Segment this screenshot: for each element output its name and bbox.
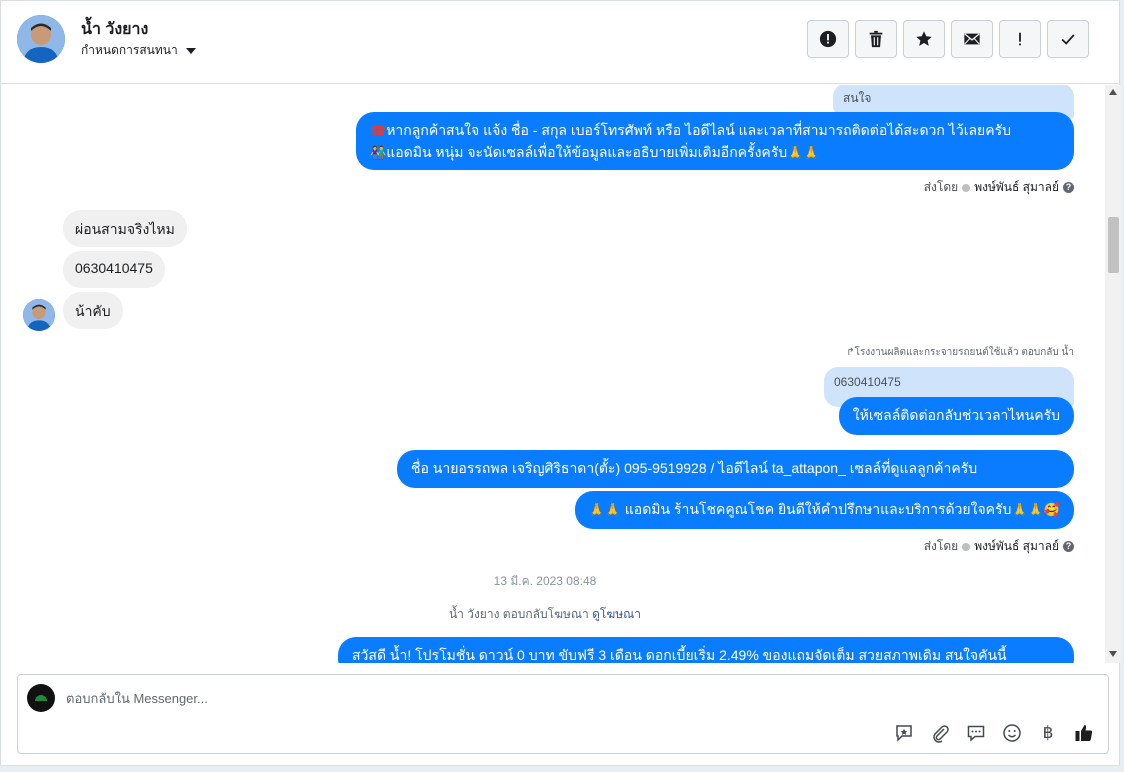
baht-icon[interactable]: ฿ (1036, 721, 1060, 745)
outgoing-message: 🙏🙏 แอดมิน ร้านโชคคูณโชค ยินดีให้คำปรึกษา… (574, 491, 1074, 529)
outgoing-message: ให้เซลล์ติดต่อกลับช่วเวลาไหนครับ (838, 397, 1074, 435)
header-actions (807, 20, 1089, 58)
sent-by-text: ส่งโดย (923, 539, 959, 553)
mark-unread-button[interactable] (951, 20, 993, 58)
alert-circle-icon (819, 30, 837, 48)
help-icon[interactable]: ? (1063, 182, 1074, 193)
message-line: ☎หากลูกค้าสนใจ แจ้ง ชื่อ - สกุล เบอร์โทร… (370, 120, 1060, 142)
telephone-emoji: ☎ (370, 124, 387, 139)
ad-reply-text: น้ำ วังยาง ตอบกลับโฆษณา (448, 607, 589, 621)
caret-down-icon (185, 47, 196, 54)
exclamation-icon (1019, 32, 1021, 46)
important-button[interactable] (999, 20, 1041, 58)
sent-by-text: ส่งโดย (923, 180, 959, 194)
sender-dot-icon (962, 542, 971, 551)
thumbs-up-icon[interactable] (1072, 721, 1096, 745)
smiling-face-emoji: 🥰 (1043, 503, 1060, 518)
assign-conversation-dropdown[interactable]: กำหนดการสนทนา (81, 41, 196, 60)
emoji-icon[interactable] (1000, 721, 1024, 745)
sender-name[interactable]: พงษ์พันธ์ สุมาลย์ (974, 178, 1059, 197)
incoming-message: ผ่อนสามจริงไหม (63, 210, 187, 247)
view-ad-link[interactable]: ดูโฆษณา (592, 607, 641, 621)
message-text: หากลูกค้าสนใจ แจ้ง ชื่อ - สกุล เบอร์โทรศ… (386, 122, 1012, 138)
inbox-frame: น้ำ วังยาง กำหนดการสนทนา สนใจ ☎หากลูกค้า… (0, 0, 1121, 766)
outgoing-message: ☎หากลูกค้าสนใจ แจ้ง ชื่อ - สกุล เบอร์โทร… (356, 112, 1074, 170)
incoming-message: 0630410475 (63, 251, 165, 288)
sender-dot-icon (962, 183, 971, 192)
chat-bubble-icon[interactable] (964, 721, 988, 745)
pray-emoji: 🙏🙏 (1011, 503, 1044, 518)
contact-avatar[interactable] (17, 15, 65, 63)
sender-name[interactable]: พงษ์พันธ์ สุมาลย์ (974, 537, 1059, 556)
assign-label: กำหนดการสนทนา (81, 43, 178, 57)
pray-emoji: 🙏🙏 (588, 503, 621, 518)
star-button[interactable] (903, 20, 945, 58)
trash-icon (869, 30, 883, 48)
ad-reply-notice: น้ำ วังยาง ตอบกลับโฆษณา ดูโฆษณา (1, 605, 1089, 624)
outgoing-message: สวัสดี น้ำ! โปรโมชั่น ดาวน์ 0 บาท ขับฟรี… (338, 637, 1074, 663)
scroll-up-arrow-icon[interactable] (1109, 89, 1117, 95)
scroll-down-arrow-icon[interactable] (1109, 651, 1117, 657)
spam-button[interactable] (807, 20, 849, 58)
message-timestamp: 13 มี.ค. 2023 08:48 (493, 574, 597, 588)
done-button[interactable] (1047, 20, 1089, 58)
check-icon (1061, 34, 1075, 45)
help-icon[interactable]: ? (1063, 541, 1074, 552)
envelope-icon (964, 33, 980, 45)
reply-input[interactable] (66, 689, 666, 707)
reply-composer: ฿ (17, 674, 1109, 754)
contact-name: น้ำ วังยาง (81, 21, 149, 38)
delete-button[interactable] (855, 20, 897, 58)
people-emoji: 👫 (370, 146, 387, 161)
conversation-header: น้ำ วังยาง กำหนดการสนทนา (1, 1, 1121, 84)
page-avatar (27, 684, 55, 712)
message-thread[interactable]: สนใจ ☎หากลูกค้าสนใจ แจ้ง ชื่อ - สกุล เบอ… (1, 85, 1105, 663)
saved-reply-icon[interactable] (892, 721, 916, 745)
message-line: 👫แอดมิน หนุ่ม จะนัดเซลล์เพื่อให้ข้อมูลแล… (370, 142, 1060, 164)
attachment-icon[interactable] (928, 721, 952, 745)
scroll-thumb[interactable] (1108, 217, 1119, 273)
star-icon (916, 31, 932, 46)
reply-context-note: ↱โรงงานผลิตและกระจายรถยนต์ใช้แล้ว ตอบกลั… (846, 347, 1074, 358)
sent-by-label: ส่งโดย พงษ์พันธ์ สุมาลย์ ? (924, 537, 1074, 556)
incoming-message: น้าคับ (63, 292, 123, 329)
outgoing-message: ชื่อ นายอรรถพล เจริญศิริธาดา(ตั้ะ) 095-9… (397, 450, 1074, 488)
contact-avatar-small[interactable] (23, 299, 55, 331)
message-text: แอดมิน หนุ่ม จะนัดเซลล์เพื่อให้ข้อมูลและ… (386, 144, 788, 160)
thread-scrollbar[interactable] (1105, 85, 1121, 663)
message-text: แอดมิน ร้านโชคคูณโชค ยินดีให้คำปรึกษาและ… (624, 501, 1012, 517)
pray-emoji: 🙏🙏 (787, 146, 820, 161)
sent-by-label: ส่งโดย พงษ์พันธ์ สุมาลย์ ? (924, 178, 1074, 197)
composer-tools: ฿ (892, 721, 1096, 745)
